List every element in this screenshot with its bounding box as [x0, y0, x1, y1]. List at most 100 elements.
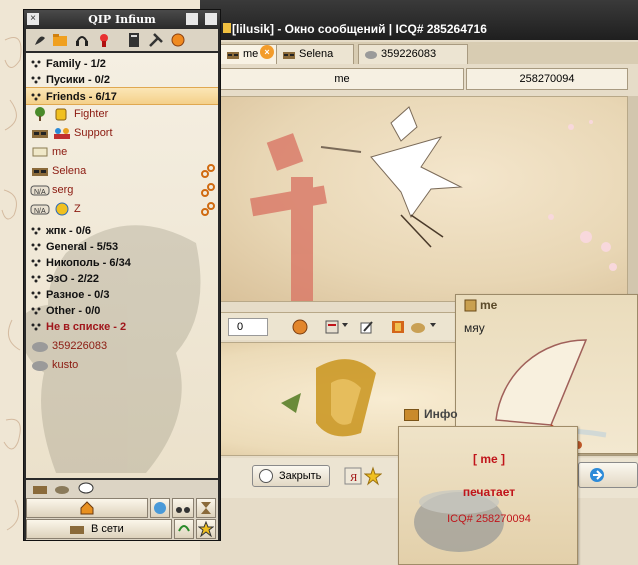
typing-icq-number: ICQ# 258270094 — [447, 513, 531, 525]
headphones-icon[interactable] — [74, 32, 90, 48]
group-label: Разное - 0/3 — [46, 289, 110, 301]
info-header-label: Инфо — [424, 407, 458, 421]
group-label: Не в списке - 2 — [46, 321, 127, 333]
xstatus-button[interactable] — [196, 519, 216, 539]
contact-serg[interactable]: N/A serg — [26, 181, 218, 199]
tab-selena[interactable]: Selena — [276, 44, 354, 64]
template-dropdown-arrow[interactable] — [342, 323, 348, 327]
globe-icon — [154, 502, 166, 514]
contact-label: kusto — [52, 359, 79, 371]
message-history[interactable] — [220, 96, 628, 302]
glasses-icon — [283, 52, 295, 59]
group-expand-icon — [31, 60, 41, 68]
hand-icon — [55, 108, 67, 121]
contact-z[interactable]: N/A Z — [26, 200, 218, 218]
main-menu-button[interactable] — [26, 498, 148, 518]
contact-support[interactable]: Support — [26, 124, 218, 142]
award-icon[interactable] — [96, 32, 112, 48]
contact-selena[interactable]: Selena — [26, 162, 218, 180]
smiley-icon — [55, 202, 69, 216]
scroll-button[interactable] — [196, 498, 216, 518]
qip-contact-list-window: × QIP Infium Family - 1/2 Пусики - 0/2 F… — [23, 9, 221, 541]
group-not-in-list[interactable]: Не в списке - 2 — [26, 318, 218, 336]
minimize-icon[interactable] — [205, 13, 217, 25]
group-expand-icon — [31, 76, 41, 84]
scroll-icon — [32, 147, 48, 157]
typing-popup[interactable]: [ me ] печатает ICQ# 258270094 — [398, 426, 578, 565]
group-collapse-icon — [31, 93, 41, 101]
typing-status: печатает — [462, 485, 516, 499]
search-button[interactable] — [172, 498, 194, 518]
globe-button[interactable] — [150, 498, 170, 518]
close-chat-button[interactable]: Закрыть — [252, 465, 330, 487]
send-button[interactable] — [578, 462, 638, 488]
star-icon[interactable] — [364, 466, 382, 486]
speech-bubble-icon[interactable] — [78, 482, 94, 496]
history-icon[interactable] — [170, 32, 186, 48]
smile-icon[interactable] — [292, 319, 308, 335]
contact-359226083[interactable]: 359226083 — [26, 337, 218, 355]
qip-bottom-panel: В сети — [26, 480, 218, 540]
chat-window-title: [lilusik] - Окно сообщений | ICQ# 285264… — [232, 22, 487, 36]
binoculars-icon — [176, 507, 190, 513]
tab-label: me — [243, 48, 259, 60]
tab-359226083[interactable]: 359226083 — [358, 44, 468, 64]
status-button[interactable]: В сети — [26, 519, 172, 539]
pen-icon[interactable] — [358, 319, 374, 335]
na-status-icon: N/A — [30, 204, 50, 215]
headset-icon — [178, 525, 190, 532]
contact-fields: me 258270094 — [220, 68, 628, 92]
qip-toolbar — [26, 29, 218, 51]
history-book-icon[interactable] — [390, 319, 406, 335]
tab-label: Selena — [299, 48, 334, 60]
typing-contact-name: [ me ] — [472, 452, 505, 466]
chain-link-icon — [201, 202, 215, 216]
contact-label: me — [52, 146, 68, 158]
group-friends[interactable]: Friends - 6/17 — [26, 87, 218, 105]
group-expand-icon — [31, 275, 41, 283]
na-status-icon: N/A — [30, 185, 50, 196]
tree-icon — [35, 107, 45, 121]
people-icon — [54, 128, 70, 139]
font-icon[interactable]: Я — [344, 466, 362, 486]
close-chat-label: Закрыть — [279, 470, 322, 482]
notebook-icon[interactable] — [126, 32, 142, 48]
qip-titlebar[interactable]: × QIP Infium — [24, 10, 220, 28]
contact-list: Family - 1/2 Пусики - 0/2 Friends - 6/17… — [26, 53, 218, 478]
contact-label: Selena — [52, 165, 87, 177]
translit-dropdown-arrow[interactable] — [430, 323, 436, 327]
glasses-icon[interactable] — [32, 482, 48, 496]
group-label: Friends - 6/17 — [46, 91, 117, 103]
history-scrollbar[interactable] — [628, 96, 638, 302]
info-popup-header: Инфо — [400, 404, 460, 426]
sound-button[interactable] — [174, 519, 194, 539]
dog-icon[interactable] — [54, 482, 70, 496]
offline-contact-icon — [32, 342, 48, 352]
pin-icon[interactable] — [186, 13, 198, 25]
group-collapse-icon — [31, 323, 41, 331]
contact-label: serg — [52, 184, 74, 196]
svg-text:Я: Я — [350, 472, 358, 484]
contact-kusto[interactable]: kusto — [26, 356, 218, 374]
contact-label: 359226083 — [52, 340, 108, 352]
chain-link-icon — [201, 164, 215, 178]
qip-logo-icon[interactable] — [32, 32, 48, 48]
tools-icon[interactable] — [148, 32, 164, 48]
contact-fighter[interactable]: Fighter — [26, 105, 218, 123]
tab-close-icon[interactable]: × — [260, 45, 274, 59]
group-label: Family - 1/2 — [46, 58, 106, 70]
folder-icon[interactable] — [52, 32, 68, 48]
chat-tabs: me Selena 359226083 — [220, 42, 638, 64]
translit-icon[interactable] — [410, 319, 426, 335]
group-expand-icon — [31, 227, 41, 235]
contact-me[interactable]: me — [26, 143, 218, 161]
glasses-icon — [32, 130, 48, 138]
chat-titlebar[interactable]: [lilusik] - Окно сообщений | ICQ# 285264… — [200, 0, 638, 40]
window-icon — [223, 23, 231, 33]
group-expand-icon — [31, 259, 41, 267]
offline-contact-icon — [365, 51, 377, 59]
contact-label: Z — [74, 203, 81, 215]
glasses-icon — [70, 526, 84, 534]
template-icon[interactable] — [324, 319, 340, 335]
group-expand-icon — [31, 291, 41, 299]
